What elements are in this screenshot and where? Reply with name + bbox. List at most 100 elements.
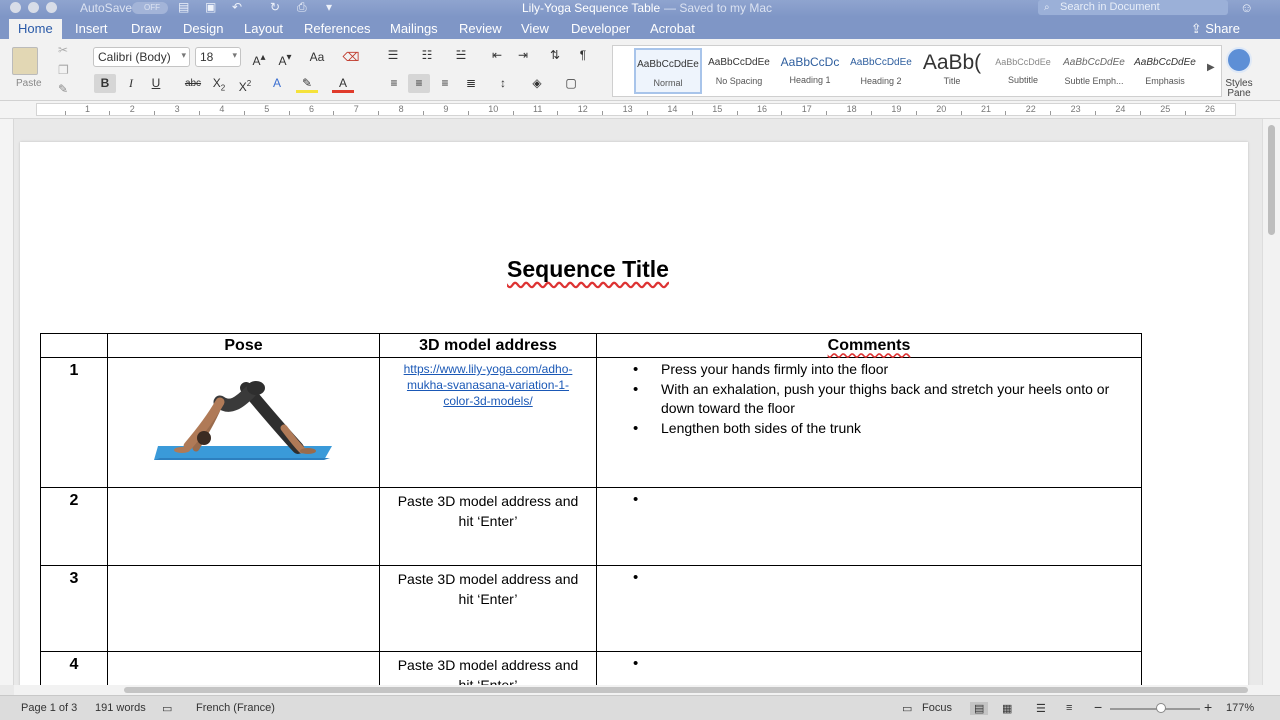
- shading-icon[interactable]: ◈: [526, 74, 548, 93]
- close-window-button[interactable]: [10, 2, 21, 13]
- row-number[interactable]: 4: [40, 651, 108, 685]
- print-icon[interactable]: ⎙: [297, 0, 307, 15]
- zoom-window-button[interactable]: [46, 2, 57, 13]
- outline-icon[interactable]: ☰: [1036, 702, 1046, 715]
- align-center-icon[interactable]: ≡: [408, 74, 430, 93]
- print-layout-icon[interactable]: ▤: [970, 702, 989, 715]
- sequence-table[interactable]: Pose 3D model address Comments 1 https:/…: [40, 333, 1142, 685]
- italic-button[interactable]: I: [120, 74, 142, 93]
- tab-review[interactable]: Review: [459, 21, 502, 36]
- search-input[interactable]: ⌕ Search in Document: [1038, 0, 1228, 15]
- styles-pane-icon[interactable]: [1226, 47, 1252, 73]
- pose-cell[interactable]: [107, 487, 380, 566]
- minimize-window-button[interactable]: [28, 2, 39, 13]
- draft-icon[interactable]: ≡: [1066, 702, 1072, 714]
- row-number[interactable]: 3: [40, 565, 108, 652]
- change-case-icon[interactable]: Aa: [306, 48, 328, 67]
- share-button[interactable]: ⇪ Share: [1191, 21, 1240, 37]
- style-subtle-emphasis[interactable]: AaBbCcDdEe Subtle Emph...: [1060, 48, 1128, 94]
- increase-indent-icon[interactable]: ⇥: [512, 46, 534, 65]
- header-number[interactable]: [40, 333, 108, 358]
- zoom-slider-knob[interactable]: [1156, 703, 1166, 713]
- sidebar-icon[interactable]: ▤: [178, 0, 189, 14]
- sort-icon[interactable]: ⇅: [544, 46, 566, 65]
- font-color-icon[interactable]: A: [332, 74, 354, 93]
- vertical-ruler[interactable]: [0, 119, 14, 685]
- model-address-cell[interactable]: Paste 3D model address and hit ‘Enter’: [379, 651, 597, 685]
- superscript-button[interactable]: X2: [234, 74, 256, 94]
- tab-insert[interactable]: Insert: [75, 21, 108, 36]
- show-formatting-icon[interactable]: ¶: [572, 46, 594, 65]
- style-title[interactable]: AaBb(Title: [918, 48, 986, 94]
- line-spacing-icon[interactable]: ↕: [492, 74, 514, 93]
- shrink-font-icon[interactable]: A▾: [274, 48, 296, 68]
- tab-draw[interactable]: Draw: [131, 21, 161, 36]
- model-address-link[interactable]: https://www.lily-yoga.com/adho-mukha-sva…: [379, 357, 597, 488]
- tab-references[interactable]: References: [304, 21, 370, 36]
- row-number[interactable]: 1: [40, 357, 108, 488]
- pose-cell[interactable]: [107, 651, 380, 685]
- subscript-button[interactable]: X2: [208, 74, 230, 93]
- word-count[interactable]: 191 words: [95, 702, 146, 714]
- tab-view[interactable]: View: [521, 21, 549, 36]
- model-address-cell[interactable]: Paste 3D model address and hit ‘Enter’: [379, 487, 597, 566]
- web-layout-icon[interactable]: ▦: [1002, 702, 1012, 715]
- document-canvas[interactable]: Sequence Title Pose 3D model address Com…: [14, 119, 1262, 685]
- font-size-select[interactable]: 18 ▾: [195, 47, 241, 67]
- redo-icon[interactable]: ↻: [270, 0, 280, 14]
- language-label[interactable]: French (France): [196, 702, 275, 714]
- header-address[interactable]: 3D model address: [379, 333, 597, 358]
- comment-item[interactable]: With an exhalation, push your thighs bac…: [597, 380, 1131, 419]
- copy-icon[interactable]: ❐: [58, 63, 69, 77]
- smiley-icon[interactable]: ☺: [1240, 0, 1253, 15]
- justify-icon[interactable]: ≣: [460, 74, 482, 93]
- style-subtitle[interactable]: AaBbCcDdEe Subtitle: [989, 48, 1057, 94]
- save-icon[interactable]: ▣: [205, 0, 216, 14]
- undo-icon[interactable]: ↶: [232, 0, 242, 14]
- tab-design[interactable]: Design: [183, 21, 223, 36]
- bullets-icon[interactable]: ☰: [382, 46, 404, 65]
- tab-home[interactable]: Home: [9, 19, 62, 39]
- text-effects-icon[interactable]: A: [266, 74, 288, 93]
- vertical-scrollbar[interactable]: [1262, 119, 1280, 685]
- style-heading-2[interactable]: AaBbCcDdEe Heading 2: [847, 48, 915, 94]
- grow-font-icon[interactable]: A▴: [248, 48, 270, 68]
- proofing-icon[interactable]: ▭: [162, 702, 172, 715]
- page-count[interactable]: Page 1 of 3: [21, 702, 77, 714]
- tab-layout[interactable]: Layout: [244, 21, 283, 36]
- style-emphasis[interactable]: AaBbCcDdEe Emphasis: [1131, 48, 1199, 94]
- strikethrough-button[interactable]: abc: [182, 74, 204, 93]
- gallery-more-icon[interactable]: ▶: [1207, 62, 1215, 73]
- zoom-slider[interactable]: [1110, 708, 1200, 710]
- horizontal-ruler[interactable]: 1 2 3 4 5 6 7 8 9 10 11 12 13 14 15 16 17 18 19 20 21 22 23 24 2…: [0, 101, 1280, 119]
- font-name-select[interactable]: Calibri (Body) ▾: [93, 47, 190, 67]
- format-painter-icon[interactable]: ✎: [58, 82, 68, 96]
- pose-cell[interactable]: [107, 357, 380, 488]
- zoom-level[interactable]: 177%: [1226, 702, 1254, 714]
- comment-item[interactable]: Lengthen both sides of the trunk: [597, 419, 1131, 439]
- horizontal-scrollbar[interactable]: [14, 685, 1280, 695]
- highlight-icon[interactable]: ✎: [296, 74, 318, 93]
- customize-toolbar-icon[interactable]: ▾: [326, 0, 332, 14]
- document-page[interactable]: Sequence Title Pose 3D model address Com…: [20, 142, 1248, 685]
- tab-mailings[interactable]: Mailings: [390, 21, 438, 36]
- vertical-scroll-thumb[interactable]: [1268, 125, 1275, 235]
- pose-cell[interactable]: [107, 565, 380, 652]
- style-no-spacing[interactable]: AaBbCcDdEe No Spacing: [705, 48, 773, 94]
- numbering-icon[interactable]: ☷: [416, 46, 438, 65]
- header-pose[interactable]: Pose: [107, 333, 380, 358]
- zoom-out-button[interactable]: −: [1094, 699, 1102, 715]
- cut-icon[interactable]: ✂: [58, 43, 68, 57]
- horizontal-scroll-thumb[interactable]: [124, 687, 1248, 693]
- zoom-in-button[interactable]: +: [1204, 699, 1212, 715]
- align-right-icon[interactable]: ≡: [434, 74, 456, 93]
- style-heading-1[interactable]: AaBbCcDc Heading 1: [776, 48, 844, 94]
- comments-cell[interactable]: Press your hands firmly into the floor W…: [596, 357, 1142, 488]
- tab-acrobat[interactable]: Acrobat: [650, 21, 695, 36]
- styles-pane-label[interactable]: Styles Pane: [1222, 79, 1256, 99]
- style-normal[interactable]: AaBbCcDdEe Normal: [634, 48, 702, 94]
- multilevel-list-icon[interactable]: ☱: [450, 46, 472, 65]
- comments-cell[interactable]: [596, 651, 1142, 685]
- bold-button[interactable]: B: [94, 74, 116, 93]
- model-address-cell[interactable]: Paste 3D model address and hit ‘Enter’: [379, 565, 597, 652]
